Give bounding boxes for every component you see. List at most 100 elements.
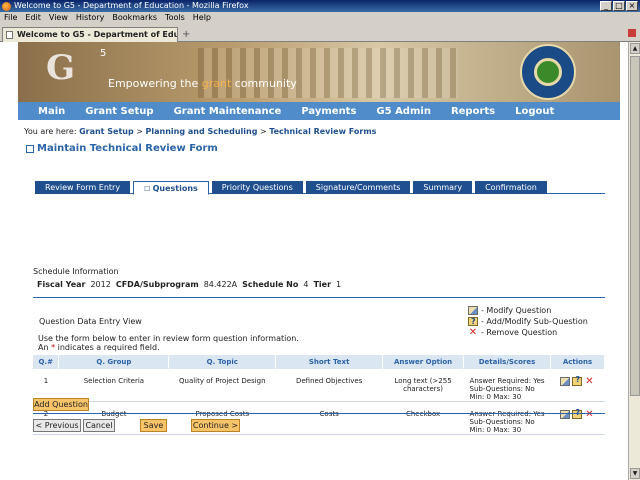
table-row: 2 Budget Proposed Costs Costs Checkbox A… (33, 401, 605, 435)
breadcrumb-technical-review-forms[interactable]: Technical Review Forms (269, 127, 376, 136)
header-q-group: Q. Group (58, 355, 170, 369)
banner-tagline: Empowering the grant community (108, 77, 297, 90)
schedule-no-value: 4 (303, 280, 309, 289)
remove-icon[interactable]: ✕ (584, 377, 594, 387)
banner-library-image (198, 48, 458, 98)
scrollbar-thumb[interactable] (630, 56, 640, 396)
page-viewport: G 5 Empowering the grant community Main … (0, 42, 628, 480)
header-q-topic: Q. Topic (168, 355, 277, 369)
menu-edit[interactable]: Edit (25, 12, 41, 24)
details-line1: Answer Required: Yes (469, 410, 545, 418)
instructions-line2-post: indicates a required field. (55, 343, 160, 352)
menu-bookmarks[interactable]: Bookmarks (112, 12, 157, 24)
modify-icon[interactable] (560, 410, 571, 419)
menu-history[interactable]: History (76, 12, 104, 24)
questions-table: Q.# Q. Group Q. Topic Short Text Answer … (33, 355, 606, 435)
legend-remove: ✕ - Remove Question (468, 327, 588, 338)
nav-main[interactable]: Main (38, 106, 65, 117)
tab-questions[interactable]: Questions (133, 181, 209, 195)
tab-priority-questions[interactable]: Priority Questions (211, 181, 303, 194)
close-button[interactable]: × (626, 1, 638, 11)
nav-payments[interactable]: Payments (301, 106, 356, 117)
schedule-info-label: Schedule Information (33, 267, 119, 276)
close-tab-icon[interactable] (628, 29, 636, 37)
browser-tab-welcome[interactable]: Welcome to G5 - Department of Edu... (2, 27, 178, 42)
cell-details-scores: Answer Required: Yes Sub-Questions: No M… (463, 401, 551, 435)
browser-tab-label: Welcome to G5 - Department of Edu... (17, 30, 178, 39)
menu-file[interactable]: File (4, 12, 17, 24)
cancel-button[interactable]: Cancel (83, 419, 115, 432)
new-tab-button[interactable]: + (182, 29, 190, 40)
cell-q-topic: Quality of Project Design (168, 369, 276, 402)
answer-line2: characters) (403, 385, 444, 393)
details-line1: Answer Required: Yes (469, 377, 545, 385)
modify-icon[interactable] (560, 377, 571, 386)
action-legend: - Modify Question - Add/Modify Sub-Quest… (468, 305, 588, 338)
header-q-number: Q.# (33, 355, 60, 369)
tab-review-form-entry[interactable]: Review Form Entry (35, 181, 131, 194)
schedule-no-label: Schedule No (242, 280, 299, 289)
g5-logo-number: 5 (100, 48, 107, 59)
header-actions: Actions (550, 355, 606, 369)
window-controls: _ □ × (600, 1, 638, 11)
table-row: 1 Selection Criteria Quality of Project … (33, 369, 605, 402)
site-banner: G 5 Empowering the grant community (18, 42, 620, 102)
browser-tabbar: Welcome to G5 - Department of Edu... + (0, 24, 640, 42)
menu-help[interactable]: Help (193, 12, 211, 24)
legend-remove-label: - Remove Question (481, 328, 558, 337)
instructions-line1: Use the form below to enter in review fo… (38, 334, 299, 343)
cell-answer-option: Long text (>255 characters) (382, 369, 464, 402)
vertical-scrollbar[interactable]: ▲ ▼ (628, 42, 640, 480)
section-divider (33, 297, 605, 298)
details-line2: Sub-Questions: No (469, 418, 535, 426)
details-line2: Sub-Questions: No (469, 385, 535, 393)
schedule-info-row: Fiscal Year 2012 CFDA/Subprogram 84.422A… (37, 280, 341, 289)
continue-button[interactable]: Continue > (191, 419, 240, 432)
remove-icon[interactable]: ✕ (584, 410, 594, 420)
firefox-icon (2, 2, 11, 11)
page-title: Maintain Technical Review Form (26, 143, 218, 154)
page-icon (6, 31, 13, 39)
add-modify-sub-question-icon (468, 316, 478, 327)
legend-add-modify: - Add/Modify Sub-Question (468, 316, 588, 327)
tier-label: Tier (313, 280, 332, 289)
cfda-value: 84.422A (203, 280, 238, 289)
cell-short-text: Defined Objectives (275, 369, 383, 402)
section-divider (33, 413, 605, 414)
legend-modify-label: - Modify Question (481, 306, 552, 315)
modify-icon (468, 306, 478, 315)
tab-summary[interactable]: Summary (413, 181, 473, 194)
breadcrumb-planning[interactable]: Planning and Scheduling (146, 127, 258, 136)
save-button[interactable]: Save (140, 419, 167, 432)
nav-grant-setup[interactable]: Grant Setup (85, 106, 153, 117)
details-line3: Min: 0 Max: 30 (469, 393, 522, 401)
add-question-button[interactable]: Add Question (33, 398, 89, 411)
tagline-highlight: grant (201, 77, 232, 90)
breadcrumb: You are here: Grant Setup > Planning and… (24, 127, 376, 136)
header-answer-option: Answer Option (382, 355, 465, 369)
add-modify-sub-question-icon[interactable] (572, 409, 583, 419)
nav-grant-maintenance[interactable]: Grant Maintenance (174, 106, 282, 117)
scroll-up-icon[interactable]: ▲ (630, 43, 640, 54)
instructions: Use the form below to enter in review fo… (38, 334, 299, 352)
minimize-button[interactable]: _ (600, 1, 612, 11)
tagline-suffix: community (231, 77, 297, 90)
previous-button[interactable]: < Previous (33, 419, 81, 432)
nav-reports[interactable]: Reports (451, 106, 495, 117)
cell-q-number: 1 (33, 369, 59, 402)
menu-view[interactable]: View (49, 12, 68, 24)
cell-actions: ✕ (550, 369, 605, 402)
menu-tools[interactable]: Tools (165, 12, 185, 24)
breadcrumb-grant-setup[interactable]: Grant Setup (79, 127, 134, 136)
tab-confirmation[interactable]: Confirmation (475, 181, 547, 194)
add-modify-sub-question-icon[interactable] (572, 376, 583, 386)
cell-details-scores: Answer Required: Yes Sub-Questions: No M… (463, 369, 551, 402)
maximize-button[interactable]: □ (613, 1, 625, 11)
answer-line1: Checkbox (405, 410, 441, 418)
cell-answer-option: Checkbox (382, 401, 464, 435)
scroll-down-icon[interactable]: ▼ (630, 468, 640, 479)
instructions-line2-pre: An (38, 343, 52, 352)
tab-signature-comments[interactable]: Signature/Comments (305, 181, 411, 194)
nav-logout[interactable]: Logout (515, 106, 554, 117)
nav-g5-admin[interactable]: G5 Admin (376, 106, 431, 117)
